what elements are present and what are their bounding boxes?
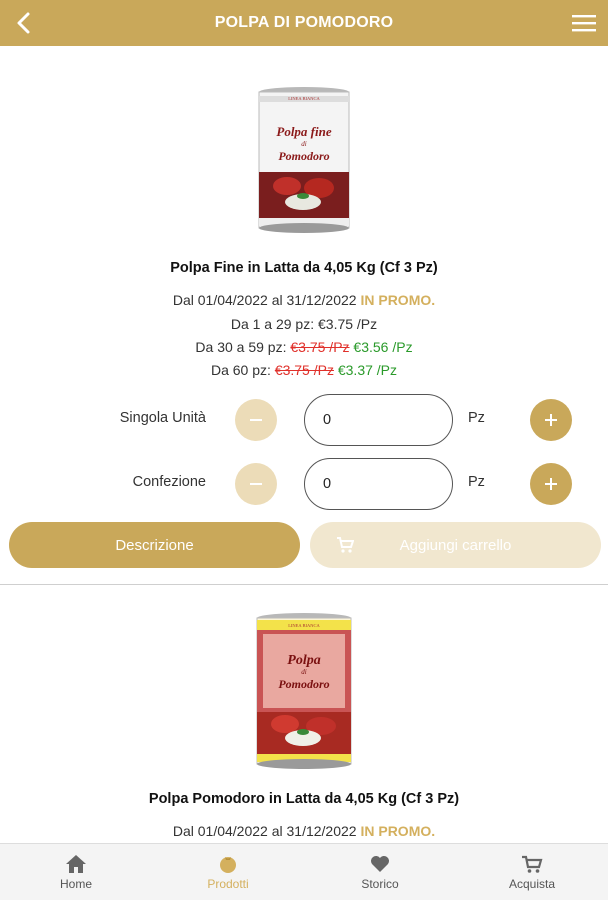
cart-icon (337, 537, 354, 553)
bottom-navigation: Home Prodotti Storico Acquista (0, 843, 608, 900)
nav-prodotti[interactable]: Prodotti (152, 844, 304, 900)
product-image: LINEA BIANCA Polpa di Pomodoro (256, 613, 352, 769)
nav-storico[interactable]: Storico (304, 844, 456, 900)
plus-icon (545, 478, 557, 490)
page-title: POLPA DI POMODORO (214, 14, 394, 31)
minus-icon (250, 483, 262, 485)
unit-increment-button[interactable] (530, 399, 572, 441)
svg-text:Polpa: Polpa (287, 653, 320, 668)
svg-text:Polpa fine: Polpa fine (276, 124, 331, 139)
pack-decrement-button[interactable] (235, 463, 277, 505)
promo-dates: Dal 01/04/2022 al 31/12/2022 (172, 292, 357, 308)
tier-2-range: Da 30 a 59 pz: (195, 339, 287, 355)
promo-period: Dal 01/04/2022 al 31/12/2022 IN PROMO. (0, 290, 608, 310)
price-tier-1: Da 1 a 29 pz: €3.75 /Pz (230, 316, 378, 332)
svg-text:di: di (301, 140, 307, 148)
promo-period: Dal 01/04/2022 al 31/12/2022 IN PROMO. (0, 821, 608, 841)
tier-3-old-price: €3.75 /Pz (274, 362, 334, 378)
plus-icon (545, 414, 557, 426)
home-icon (66, 854, 86, 873)
svg-text:LINEA BIANCA: LINEA BIANCA (288, 623, 320, 628)
nav-acquista-label: Acquista (508, 876, 556, 891)
app-header: POLPA DI POMODORO (0, 0, 608, 46)
unit-label: Singola Unità (119, 410, 206, 426)
pack-label: Confezione (132, 474, 206, 490)
product-card: LINEA BIANCA Polpa di Pomodoro Polpa Pom… (0, 586, 608, 843)
svg-text:di: di (301, 668, 307, 676)
tier-3-range: Da 60 pz: (210, 362, 271, 378)
unit-suffix: Pz (468, 410, 485, 426)
pack-quantity-input[interactable]: 0 (304, 458, 453, 510)
product-card: LINEA BIANCA Polpa fine di Pomodoro Polp… (0, 46, 608, 586)
price-tier-2: Da 30 a 59 pz: €3.75 /Pz €3.56 /Pz (0, 337, 608, 357)
unit-quantity-input[interactable]: 0 (304, 394, 453, 446)
heart-icon (371, 855, 389, 872)
product-name: Polpa Fine in Latta da 4,05 Kg (Cf 3 Pz) (170, 260, 438, 276)
description-button[interactable]: Descrizione (9, 522, 300, 568)
nav-home[interactable]: Home (0, 844, 152, 900)
tier-2-new-price: €3.56 /Pz (353, 339, 413, 355)
nav-acquista[interactable]: Acquista (456, 844, 608, 900)
svg-text:LINEA BIANCA: LINEA BIANCA (288, 96, 320, 101)
promo-badge: IN PROMO. (360, 292, 436, 308)
minus-icon (250, 419, 262, 421)
svg-text:Pomodoro: Pomodoro (278, 677, 329, 691)
unit-quantity-row: Singola Unità 0 Pz (0, 394, 608, 446)
promo-dates: Dal 01/04/2022 al 31/12/2022 (172, 823, 357, 839)
product-name: Polpa Pomodoro in Latta da 4,05 Kg (Cf 3… (148, 791, 460, 807)
unit-decrement-button[interactable] (235, 399, 277, 441)
hamburger-menu-icon[interactable] (572, 13, 596, 33)
svg-text:Pomodoro: Pomodoro (278, 149, 329, 163)
product-list: LINEA BIANCA Polpa fine di Pomodoro Polp… (0, 46, 608, 843)
tomato-icon (220, 856, 236, 873)
nav-storico-label: Storico (361, 876, 399, 891)
price-tier-3: Da 60 pz: €3.75 /Pz €3.37 /Pz (0, 360, 608, 380)
nav-home-label: Home (59, 876, 92, 891)
pack-suffix: Pz (468, 474, 485, 490)
promo-badge: IN PROMO. (360, 823, 436, 839)
add-to-cart-label: Aggiungi carrello (399, 536, 512, 554)
cart-icon (522, 855, 543, 873)
tier-2-old-price: €3.75 /Pz (290, 339, 350, 355)
product-divider (0, 584, 608, 585)
back-arrow-icon[interactable] (10, 9, 38, 37)
tier-3-new-price: €3.37 /Pz (337, 362, 398, 378)
pack-increment-button[interactable] (530, 463, 572, 505)
product-image: LINEA BIANCA Polpa fine di Pomodoro (258, 87, 350, 233)
add-to-cart-button[interactable]: Aggiungi carrello (310, 522, 601, 568)
pack-quantity-row: Confezione 0 Pz (0, 458, 608, 510)
nav-prodotti-label: Prodotti (207, 876, 249, 891)
